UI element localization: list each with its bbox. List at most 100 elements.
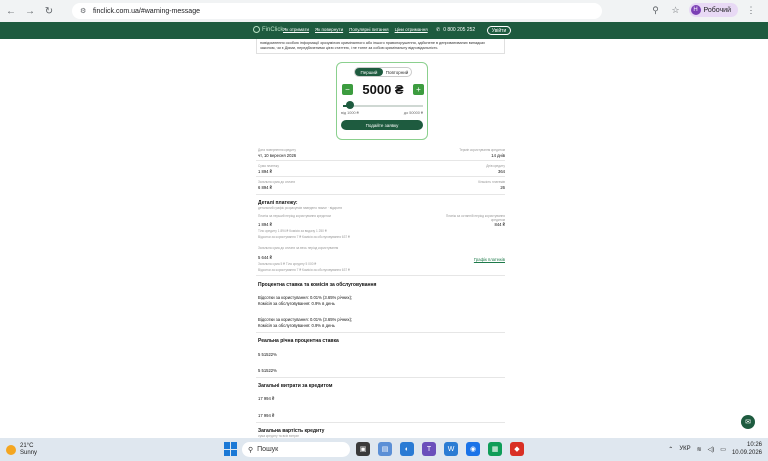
phone-link[interactable]: ✆ 0 800 205 252 [436,27,475,33]
rates-interest: Відсотки за користування: 0.01% (3.65% р… [258,317,353,322]
logo-icon [253,26,260,33]
costs-value: 17 994 ₴ [258,413,275,418]
sum-value: 5 644 ₴ [258,255,272,260]
phone-number: 0 800 205 252 [443,27,476,33]
back-icon[interactable]: ← [3,3,19,19]
days-value: 364 [498,169,505,174]
profile-label: Робочий [703,6,731,14]
reload-icon[interactable]: ↻ [41,3,57,19]
term-value: 14 днів [491,153,505,158]
chevron-up-icon[interactable]: ⌃ [668,446,673,453]
last-period-label: Платіж за останній період користування к… [445,214,505,222]
submit-application-button[interactable]: Подайте заявку [341,120,423,130]
store-icon[interactable]: ▦ [488,442,502,456]
loan-type-tabs: Перший Повторний [354,67,412,77]
divider [256,275,505,276]
divider [256,176,505,177]
clock[interactable]: 10:26 10.09.2026 [732,441,762,457]
start-icon[interactable] [224,442,238,456]
total-label: Загальна сума до сплати [258,180,296,184]
clock-date: 10.09.2026 [731,450,762,456]
weather-condition: Sunny [20,450,38,456]
total-value: 6 894 ₴ [258,185,272,190]
rates-title: Процентна ставка та комісія за обслугову… [258,282,377,288]
volume-icon[interactable]: ◁) [708,446,715,453]
app-icon[interactable]: ◆ [510,442,524,456]
first-period-note: Відсотки за користування 7 ₴ Комісія за … [258,235,350,239]
sum-note: Відсотки за користування 7 ₴ Комісія за … [258,268,350,272]
amount-slider[interactable] [343,105,423,107]
nav-faq[interactable]: Популярні питання [349,27,389,32]
apr-value: 5 51522% [258,352,277,357]
nav-prices[interactable]: Ціни отримання [395,27,428,32]
count-label: Кількість платежів [478,180,505,184]
system-tray: ⌃ УКР ≋ ◁) ▭ 10:26 10.09.2026 [668,441,762,457]
tab-first[interactable]: Перший [355,68,383,76]
divider [256,194,505,195]
menu-icon[interactable]: ⋮ [744,3,758,17]
chrome-icon[interactable]: ◉ [466,442,480,456]
sun-icon [6,445,16,455]
term-label: Термін користування кредитом [459,148,505,152]
rates-interest: Відсотки за користування: 0.01% (3.65% р… [258,295,353,300]
teams-icon[interactable]: T [422,442,436,456]
phone-icon: ✆ [436,27,441,33]
days-label: Днів кредиту [486,164,505,168]
return-date: чт, 10 вересня 2026 [258,153,297,158]
nav-how-return[interactable]: Як повернути [315,27,343,32]
divider [256,160,505,161]
weather-widget[interactable]: 21°C Sunny [6,443,37,457]
rates-commission: Комісія за обслуговування: 0.9% в день [258,301,335,306]
last-period-value: 844 ₴ [494,222,505,227]
divider [256,422,505,423]
range-min: від 1000 ₴ [341,111,359,115]
edge-icon[interactable]: ◐ [400,442,414,456]
first-period-label: Платіж за перший період користування кре… [258,214,331,218]
loan-calculator: Перший Повторний − 5000 ₴ + від 1000 ₴ д… [336,62,428,140]
nav-how-get[interactable]: Як отримати [283,27,309,32]
slider-handle[interactable] [346,101,355,109]
tab-repeat[interactable]: Повторний [383,68,411,76]
site-header: FinClick Як отримати Як повернути Популя… [0,22,768,39]
files-icon[interactable]: ▤ [378,442,392,456]
divider [256,377,505,378]
first-period-value: 1 894 ₴ [258,222,272,227]
search-label: Пошук [257,446,279,453]
apr-title: Реальна річна процентна ставка [258,338,339,344]
payment-label: Сума платежу [258,164,279,168]
taskbar-search[interactable]: ⚲ Пошук [242,442,350,457]
forward-icon[interactable]: → [22,3,38,19]
payment-value: 1 894 ₴ [258,169,272,174]
avatar: Н [690,5,701,15]
apr-value: 5 51522% [258,368,277,373]
decrease-button[interactable]: − [342,84,353,95]
task-view-icon[interactable]: ▣ [356,442,370,456]
warning-message: повідомлення особою інформації зрозуміло… [256,39,505,54]
count-value: 26 [500,185,505,190]
language-indicator[interactable]: УКР [679,446,690,452]
first-period-note: Тіло кредиту 1 894 ₴ Комісія за видачу 1… [258,229,327,233]
address-bar[interactable]: ⚙ finclick.com.ua/#warning-message [72,3,602,19]
costs-value: 17 994 ₴ [258,396,275,401]
browser-toolbar: ← → ↻ ⚙ finclick.com.ua/#warning-message… [0,0,768,22]
payment-schedule-link[interactable]: Графік платежів [474,257,505,262]
site-logo[interactable]: FinClick [253,26,283,33]
weather-temp: 21°C [20,443,34,449]
wifi-icon[interactable]: ≋ [697,446,702,453]
search-icon: ⚲ [248,446,254,454]
increase-button[interactable]: + [413,84,424,95]
details-subtitle: детальний графік розрахунків наведено ни… [258,206,343,210]
page-content[interactable]: повідомлення особою інформації зрозуміло… [0,39,768,438]
sum-note: Загальна сума 5 ₴ Тіло кредиту 5 000 ₴ [258,262,317,266]
site-info-icon[interactable]: ⚙ [80,7,88,15]
profile-button[interactable]: Н Робочий [688,3,738,17]
url-text: finclick.com.ua/#warning-message [93,7,200,15]
star-icon[interactable]: ☆ [669,3,683,17]
battery-icon[interactable]: ▭ [720,446,726,453]
word-icon[interactable]: W [444,442,458,456]
login-button[interactable]: Увійти [487,26,511,35]
zoom-icon[interactable]: ⚲ [649,3,663,17]
chat-icon[interactable]: ✉ [741,415,755,429]
costs-title: Загальні витрати за кредитом [258,383,333,389]
return-date-label: Дата повернення кредиту [258,148,296,152]
